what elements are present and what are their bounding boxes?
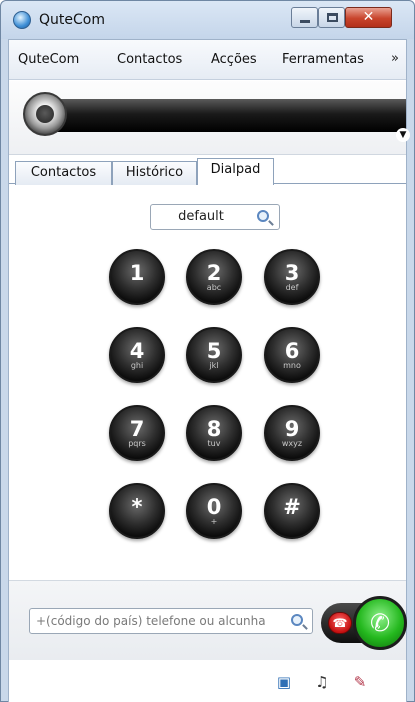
phone-number-input[interactable]	[36, 612, 282, 630]
call-area: ☎ ✆	[9, 580, 407, 660]
dialpad-key-9[interactable]: 9 wxyz	[264, 405, 320, 461]
headset-icon[interactable]: ♫	[312, 672, 332, 692]
dialpad-panel: default 1 2 abc 3 def 4 ghi 5 jkl 6 mno 7 pqrs…	[9, 185, 406, 580]
dialpad-key-hash[interactable]: #	[264, 483, 320, 539]
qutecom-app-icon	[13, 11, 31, 29]
magnifier-icon[interactable]	[257, 210, 269, 222]
call-button[interactable]: ✆	[353, 596, 407, 650]
dialpad-key-6[interactable]: 6 mno	[264, 327, 320, 383]
minimize-icon	[300, 20, 310, 23]
status-area: ▼	[9, 81, 410, 155]
close-button[interactable]: ✕	[345, 7, 392, 28]
minimize-button[interactable]	[291, 7, 318, 28]
tab-historico[interactable]: Histórico	[112, 161, 197, 185]
dialpad-key-7[interactable]: 7 pqrs	[109, 405, 165, 461]
menu-bar: QuteCom Contactos Acções Ferramentas »	[9, 40, 406, 80]
presence-knob-icon[interactable]	[23, 92, 67, 136]
title-bar[interactable]: QuteCom ✕	[1, 1, 414, 39]
tab-contactos[interactable]: Contactos	[15, 161, 112, 185]
dialpad-key-star[interactable]: *	[109, 483, 165, 539]
menu-qutecom[interactable]: QuteCom	[18, 52, 79, 67]
qutecom-window: QuteCom ✕ QuteCom Contactos Acções Ferra…	[0, 0, 415, 702]
dialpad-key-5[interactable]: 5 jkl	[186, 327, 242, 383]
menu-overflow-chevron-icon[interactable]: »	[391, 51, 399, 66]
window-title: QuteCom	[39, 12, 105, 28]
menu-accoes[interactable]: Acções	[211, 52, 257, 67]
phone-number-field[interactable]	[29, 608, 313, 634]
hangup-phone-icon: ☎	[332, 616, 348, 630]
dialpad-key-1[interactable]: 1	[109, 249, 165, 305]
microphone-muted-icon[interactable]: ✎	[350, 672, 370, 692]
knob-center	[36, 105, 54, 123]
dialpad-profile-selector[interactable]: default	[150, 204, 280, 230]
menu-contactos[interactable]: Contactos	[117, 52, 182, 67]
client-area: QuteCom Contactos Acções Ferramentas » ▼…	[8, 39, 410, 702]
menu-ferramentas[interactable]: Ferramentas	[282, 52, 364, 67]
hangup-button[interactable]: ☎	[328, 612, 352, 634]
dialpad-key-2[interactable]: 2 abc	[186, 249, 242, 305]
search-icon[interactable]	[291, 614, 303, 626]
maximize-icon	[327, 13, 338, 22]
presence-status-bar[interactable]: ▼	[26, 99, 410, 142]
dialpad-key-0[interactable]: 0 +	[186, 483, 242, 539]
chevron-down-icon[interactable]: ▼	[396, 128, 410, 142]
call-phone-icon: ✆	[369, 609, 391, 637]
maximize-button[interactable]	[318, 7, 345, 28]
dialpad-key-3[interactable]: 3 def	[264, 249, 320, 305]
footer-status-bar: ▣ ♫ ✎	[9, 660, 406, 702]
dialpad-key-8[interactable]: 8 tuv	[186, 405, 242, 461]
dialpad-key-4[interactable]: 4 ghi	[109, 327, 165, 383]
tab-bar: Contactos Histórico Dialpad	[9, 158, 406, 185]
close-icon: ✕	[362, 9, 375, 25]
tab-dialpad[interactable]: Dialpad	[197, 158, 274, 185]
network-status-icon[interactable]: ▣	[274, 672, 294, 692]
profile-value: default	[178, 209, 224, 224]
